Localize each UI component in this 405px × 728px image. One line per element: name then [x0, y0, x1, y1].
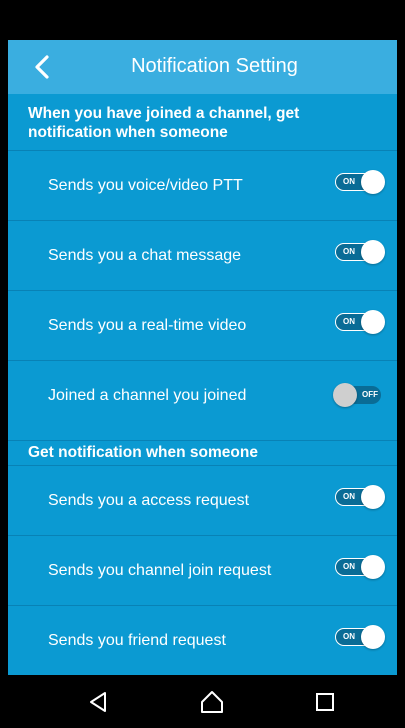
friend-request-toggle[interactable]: ON — [335, 625, 385, 649]
status-bar — [8, 0, 397, 40]
setting-label: Sends you channel join request — [48, 562, 272, 579]
real-time-video-toggle[interactable]: ON — [335, 310, 385, 334]
setting-row-friend-request[interactable]: Sends you friend request ON — [8, 605, 397, 675]
setting-row-voice-video-ptt[interactable]: Sends you voice/video PTT ON — [8, 150, 397, 220]
home-icon — [201, 691, 223, 713]
toggle-knob — [361, 170, 385, 194]
toggle-state-text: ON — [343, 177, 355, 186]
page-title: Notification Setting — [131, 55, 298, 77]
section-header-joined-channel: When you have joined a channel, get noti… — [28, 105, 300, 141]
setting-label: Sends you friend request — [48, 632, 226, 649]
triangle-back-icon — [90, 692, 106, 712]
setting-label: Sends you a chat message — [48, 247, 242, 264]
setting-row-channel-join-request[interactable]: Sends you channel join request ON — [8, 535, 397, 605]
nav-back-button[interactable] — [86, 689, 112, 715]
setting-row-joined-channel[interactable]: Joined a channel you joined OFF — [8, 360, 397, 430]
section-header-get-notification: Get notification when someone — [8, 440, 397, 462]
toggle-knob — [361, 485, 385, 509]
access-request-toggle[interactable]: ON — [335, 485, 385, 509]
toggle-knob — [333, 383, 357, 407]
setting-row-access-request[interactable]: Sends you a access request ON — [8, 465, 397, 535]
toggle-knob — [361, 625, 385, 649]
system-nav-bar — [8, 675, 397, 728]
toggle-state-text: ON — [343, 317, 355, 326]
screen: Notification Setting When you have joine… — [8, 0, 397, 728]
toggle-knob — [361, 310, 385, 334]
chat-message-toggle[interactable]: ON — [335, 240, 385, 264]
nav-home-button[interactable] — [199, 689, 225, 715]
app-bar: Notification Setting — [8, 40, 397, 94]
toggle-knob — [361, 555, 385, 579]
toggle-knob — [361, 240, 385, 264]
toggle-state-text: ON — [343, 562, 355, 571]
toggle-state-text: ON — [343, 632, 355, 641]
toggle-state-text: OFF — [362, 390, 378, 399]
voice-video-ptt-toggle[interactable]: ON — [335, 170, 385, 194]
setting-label: Sends you voice/video PTT — [48, 177, 243, 194]
channel-join-request-toggle[interactable]: ON — [335, 555, 385, 579]
square-recents-icon — [316, 693, 334, 711]
setting-row-chat-message[interactable]: Sends you a chat message ON — [8, 220, 397, 290]
joined-channel-toggle[interactable]: OFF — [333, 383, 383, 407]
nav-recents-button[interactable] — [312, 689, 338, 715]
setting-label: Sends you a access request — [48, 492, 250, 509]
setting-row-real-time-video[interactable]: Sends you a real-time video ON — [8, 290, 397, 360]
setting-label: Sends you a real-time video — [48, 317, 247, 334]
toggle-state-text: ON — [343, 247, 355, 256]
setting-label: Joined a channel you joined — [48, 387, 247, 404]
toggle-state-text: ON — [343, 492, 355, 501]
